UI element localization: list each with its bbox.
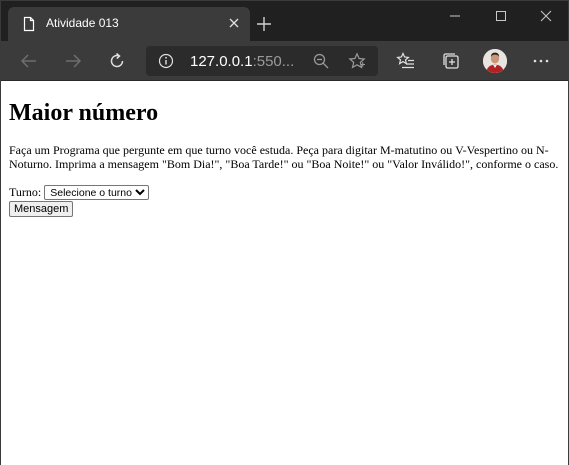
page-content: Maior número Faça um Programa que pergun… xyxy=(1,81,568,465)
page-title: Maior número xyxy=(9,100,159,126)
turno-select[interactable]: Selecione o turno xyxy=(44,185,150,200)
browser-window: Atividade 013 127.0.0.1:550... Maior núm… xyxy=(0,0,569,465)
star-icon[interactable] xyxy=(348,52,366,70)
maximize-icon[interactable] xyxy=(494,9,508,23)
collections-icon[interactable] xyxy=(441,51,461,71)
plus-icon[interactable] xyxy=(257,17,271,31)
url-host: 127.0.0.1 xyxy=(190,53,253,70)
avatar[interactable] xyxy=(483,49,507,73)
navigation-toolbar: 127.0.0.1:550... xyxy=(1,41,568,81)
turno-label: Turno: xyxy=(9,185,42,199)
back-arrow-icon[interactable] xyxy=(19,51,39,71)
close-icon[interactable] xyxy=(228,17,240,29)
address-bar[interactable]: 127.0.0.1:550... xyxy=(146,46,378,76)
minimize-icon[interactable] xyxy=(448,9,462,23)
url-text[interactable]: 127.0.0.1:550... xyxy=(190,53,294,70)
profile-photo-icon xyxy=(483,49,507,73)
favorites-list-icon[interactable] xyxy=(396,51,416,71)
tab-atividade[interactable]: Atividade 013 xyxy=(8,7,250,41)
refresh-icon[interactable] xyxy=(107,51,127,71)
turno-form: Turno: Selecione o turno Mensagem xyxy=(9,184,560,217)
url-rest: :550... xyxy=(252,53,295,70)
tab-title: Atividade 013 xyxy=(46,16,119,30)
info-icon[interactable] xyxy=(158,53,174,69)
mensagem-button[interactable]: Mensagem xyxy=(9,201,74,217)
window-close-icon[interactable] xyxy=(539,9,553,23)
forward-arrow-icon[interactable] xyxy=(63,51,83,71)
document-icon xyxy=(23,16,35,32)
title-bar: Atividade 013 xyxy=(1,1,568,41)
page-description: Faça um Programa que pergunte em que tur… xyxy=(9,143,559,171)
zoom-out-icon[interactable] xyxy=(312,52,330,70)
more-icon[interactable] xyxy=(531,51,551,71)
